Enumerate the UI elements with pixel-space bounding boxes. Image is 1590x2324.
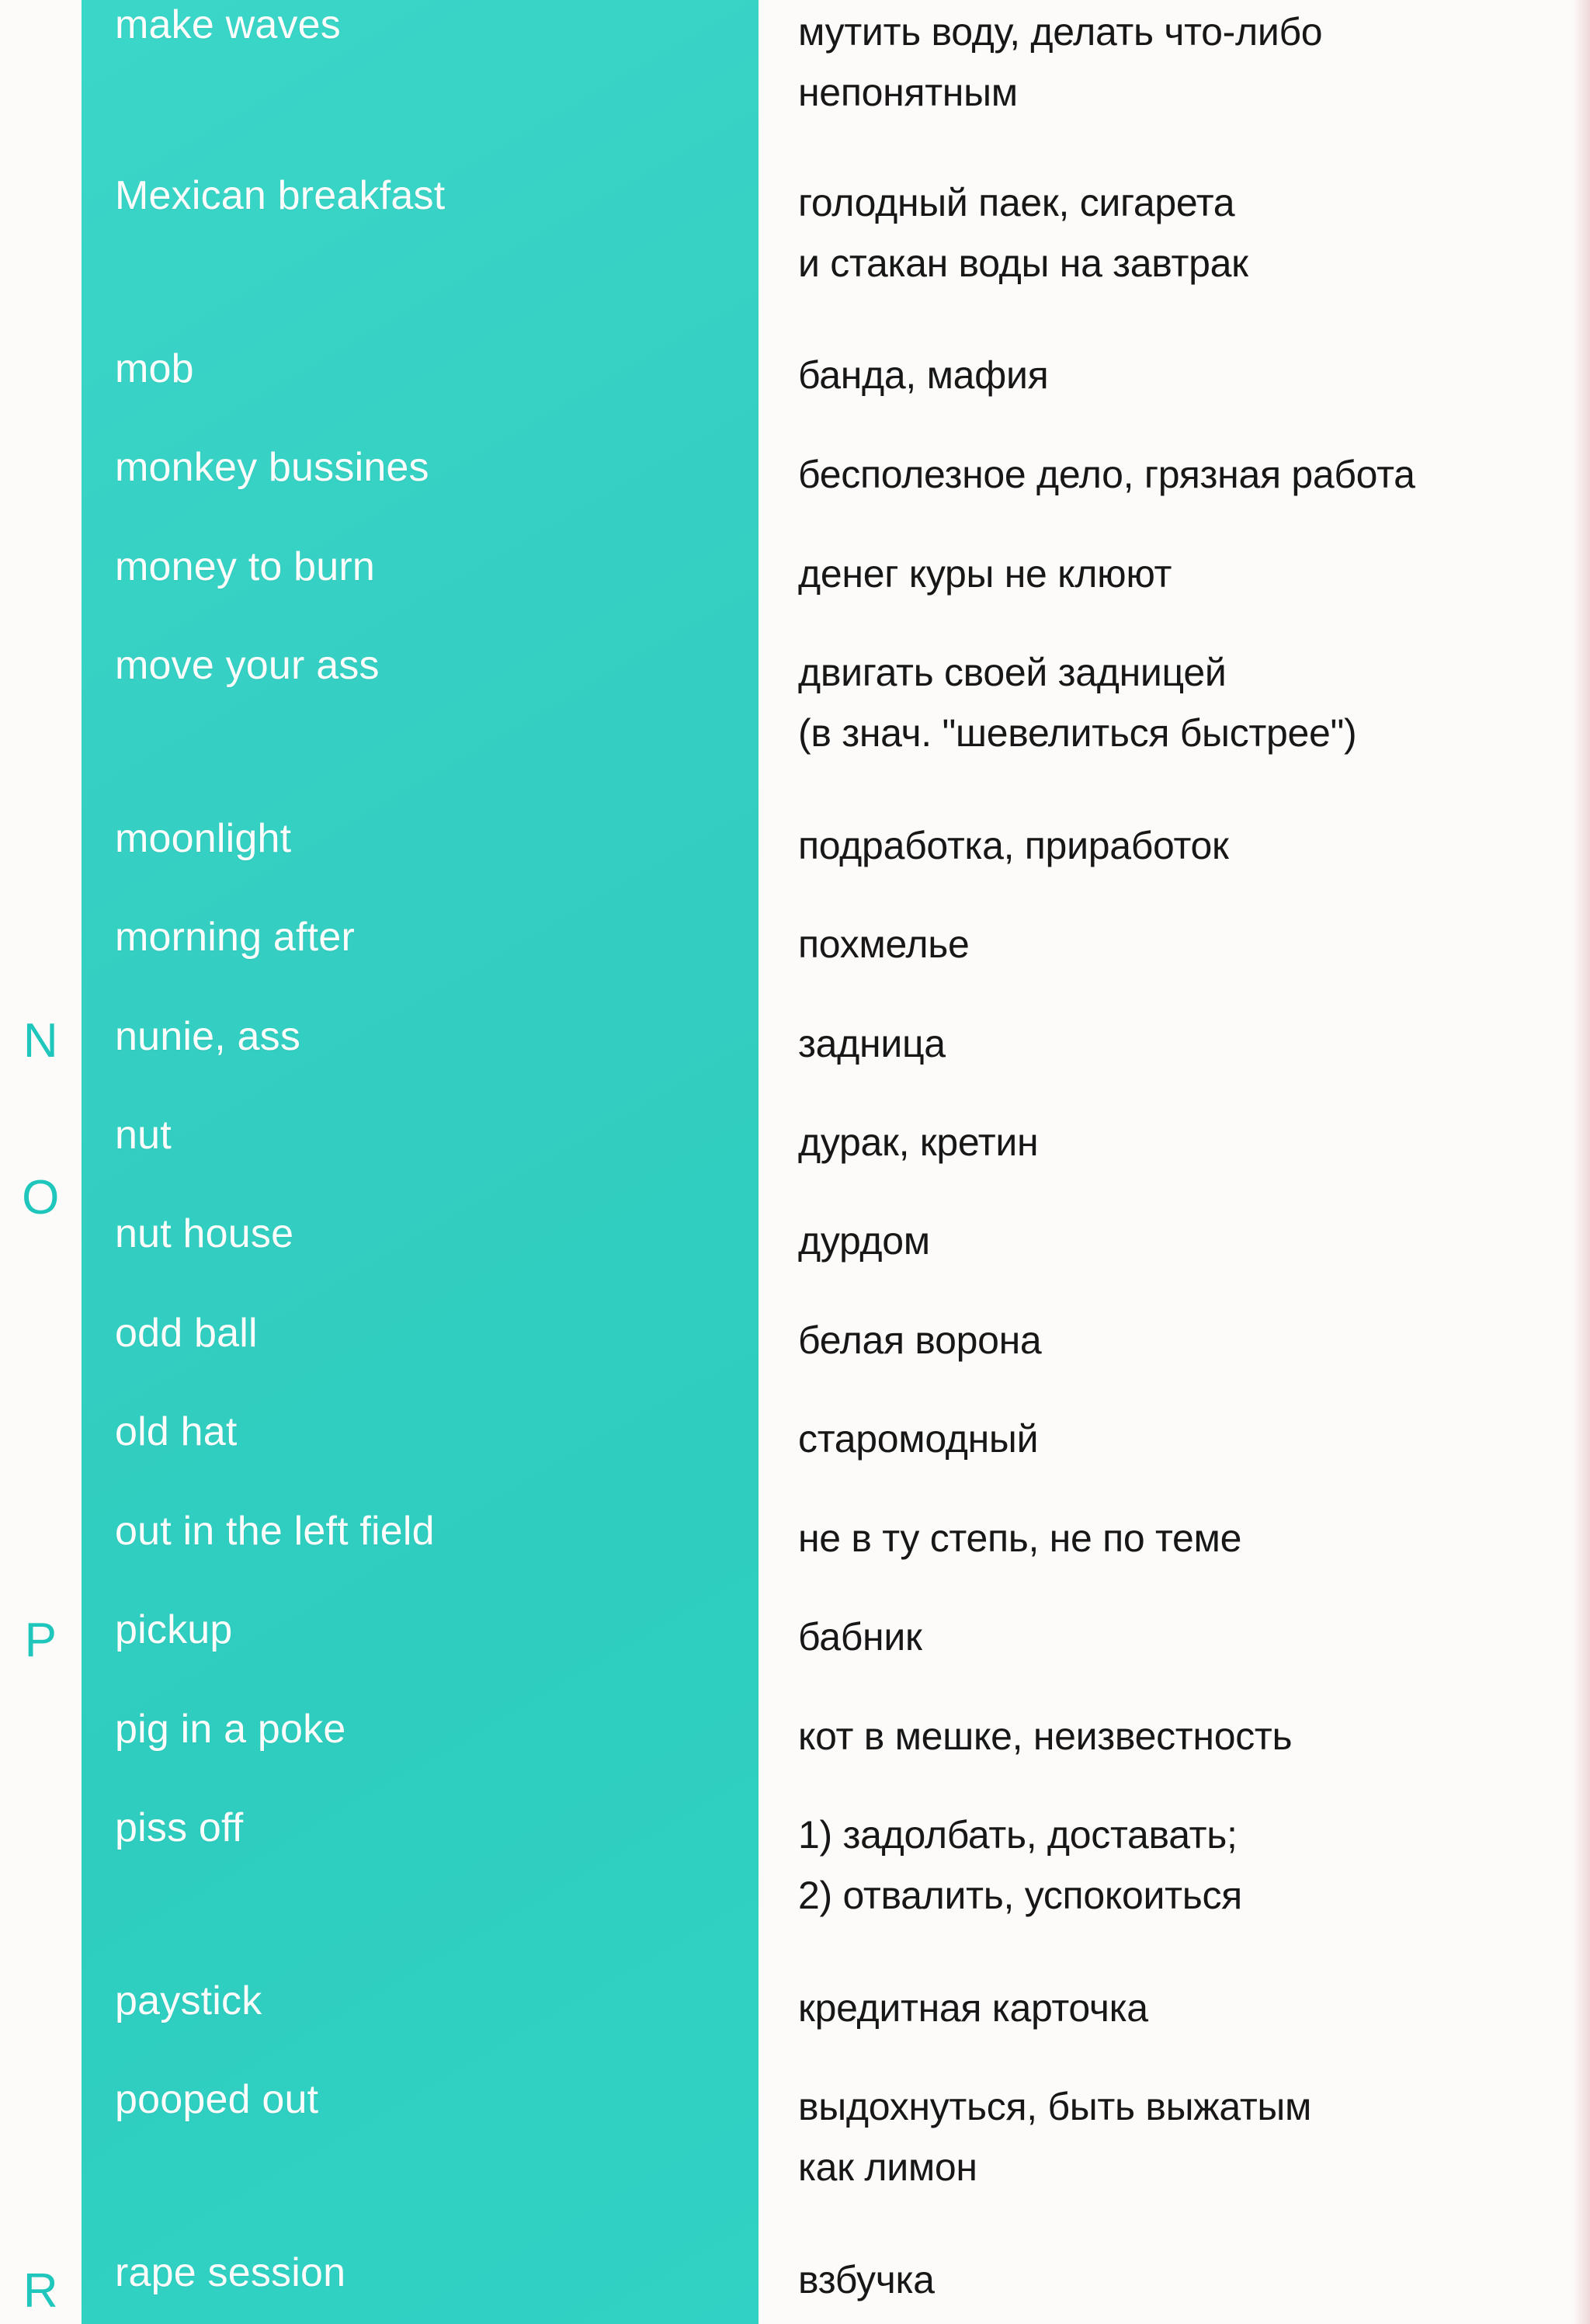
entry-translation: мутить воду, делать что-либо непонятным xyxy=(798,2,1559,123)
entry-translation: денег куры не клюют xyxy=(798,544,1559,604)
entry-translation-line: кредитная карточка xyxy=(798,1986,1148,2030)
dictionary-page: N O P R make waves мутить воду, делать что-л… xyxy=(0,0,1590,2324)
entry-translation-line: белая ворона xyxy=(798,1318,1042,1362)
entry-translation-line: 2) отвалить, успокоиться xyxy=(798,1874,1242,1917)
entry-term: make waves xyxy=(115,2,341,47)
entry-translation: похмелье xyxy=(798,914,1559,974)
entry-translation-line: старомодный xyxy=(798,1417,1039,1461)
entry-term: pickup xyxy=(115,1607,233,1652)
entry-term: paystick xyxy=(115,1978,262,2024)
entry-term: pig in a poke xyxy=(115,1707,346,1752)
entry-translation: дурак, кретин xyxy=(798,1112,1559,1172)
letter-index-n[interactable]: N xyxy=(0,1017,82,1065)
entry-translation-line: непонятным xyxy=(798,71,1018,114)
entry-translation-line: и стакан воды на завтрак xyxy=(798,241,1248,285)
entry-term: money to burn xyxy=(115,544,376,589)
entry-translation-line: денег куры не клюют xyxy=(798,552,1172,596)
entry-translation: задница xyxy=(798,1013,1559,1074)
entry-translation: выдохнуться, быть выжатым как лимон xyxy=(798,2076,1559,2197)
entry-translation-line: подработка, приработок xyxy=(798,824,1229,867)
entry-term: out in the left field xyxy=(115,1509,435,1554)
entry-translation: подработка, приработок xyxy=(798,815,1559,876)
entry-translation-line: двигать своей задницей xyxy=(798,651,1227,694)
letter-index-r[interactable]: R xyxy=(0,2267,82,2315)
letter-index-o[interactable]: O xyxy=(0,1174,82,1222)
entry-translation-line: бесполезное дело, грязная работа xyxy=(798,453,1415,496)
entry-term: rape session xyxy=(115,2250,346,2295)
entry-translation: белая ворона xyxy=(798,1310,1559,1370)
entry-translation-line: 1) задолбать, доставать; xyxy=(798,1813,1238,1857)
entry-term: pooped out xyxy=(115,2077,319,2122)
entry-translation-line: дурак, кретин xyxy=(798,1120,1039,1164)
page-edge-shading xyxy=(1573,0,1590,2324)
entry-translation: банда, мафия xyxy=(798,345,1559,405)
entry-term: old hat xyxy=(115,1409,238,1454)
entry-translation: старомодный xyxy=(798,1409,1559,1469)
entry-translation-line: задница xyxy=(798,1022,946,1065)
entry-term: moonlight xyxy=(115,816,292,861)
entry-term: odd ball xyxy=(115,1311,258,1356)
entry-translation-line: голодный паек, сигарета xyxy=(798,181,1235,224)
alphabet-index-rail: N O P R xyxy=(0,0,82,2324)
entry-term: move your ass xyxy=(115,643,380,688)
entry-translation-line: выдохнуться, быть выжатым xyxy=(798,2085,1312,2128)
entry-translation-line: мутить воду, делать что-либо xyxy=(798,10,1323,54)
entry-term: morning after xyxy=(115,915,355,960)
entry-translation: не в ту степь, не по теме xyxy=(798,1508,1559,1568)
entry-translation: дурдом xyxy=(798,1211,1559,1271)
letter-index-p[interactable]: P xyxy=(0,1617,82,1665)
entry-term: Mexican breakfast xyxy=(115,173,446,218)
entry-translation: бесполезное дело, грязная работа xyxy=(798,444,1559,505)
entry-translation: двигать своей задницей (в знач. "шевелить… xyxy=(798,642,1559,763)
entry-translation-line: не в ту степь, не по теме xyxy=(798,1516,1242,1560)
entry-translation-line: бабник xyxy=(798,1615,922,1659)
entry-translation-line: взбучка xyxy=(798,2258,935,2301)
entry-term: nut xyxy=(115,1113,172,1158)
entry-translation: кредитная карточка xyxy=(798,1978,1559,2038)
entry-translation-line: как лимон xyxy=(798,2145,977,2189)
entry-translation-line: кот в мешке, неизвестность xyxy=(798,1714,1293,1758)
entry-translation: бабник xyxy=(798,1607,1559,1667)
entry-term: monkey bussines xyxy=(115,445,429,490)
entry-translation: 1) задолбать, доставать; 2) отвалить, усп… xyxy=(798,1805,1559,1926)
entry-translation: кот в мешке, неизвестность xyxy=(798,1706,1559,1766)
entry-term: piss off xyxy=(115,1805,244,1850)
entry-translation-line: похмелье xyxy=(798,922,970,966)
entry-translation-line: банда, мафия xyxy=(798,353,1049,397)
entry-translation-line: дурдом xyxy=(798,1219,930,1263)
entry-translation: голодный паек, сигарета и стакан воды на … xyxy=(798,172,1559,294)
entry-translation: взбучка xyxy=(798,2249,1559,2310)
entry-term: nut house xyxy=(115,1211,294,1256)
entry-translation-line: (в знач. "шевелиться быстрее") xyxy=(798,711,1357,755)
entry-term: nunie, ass xyxy=(115,1014,301,1059)
entry-term: mob xyxy=(115,346,194,391)
